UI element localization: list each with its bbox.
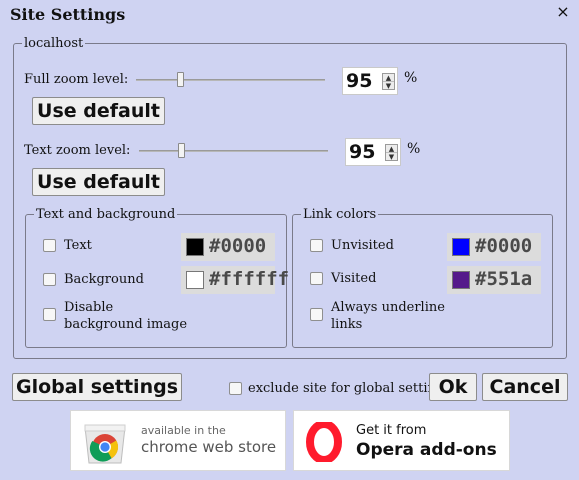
full-zoom-slider-thumb[interactable] (177, 72, 185, 87)
visited-color-hex: #551a (475, 268, 533, 290)
full-zoom-use-default-button[interactable]: Use default (32, 97, 165, 125)
background-color-swatch (186, 271, 204, 289)
site-host-legend: localhost (24, 36, 84, 51)
disable-background-image-label-line1: Disable (64, 300, 114, 315)
text-color-hex: #0000 (209, 235, 267, 257)
text-zoom-value: 95 (349, 141, 376, 163)
chevron-down-icon[interactable]: ▼ (383, 82, 394, 90)
unvisited-color-swatch (452, 238, 470, 256)
disable-background-image-label: Disable background image (64, 299, 187, 333)
text-zoom-use-default-button[interactable]: Use default (32, 168, 165, 196)
chrome-web-store-icon (84, 424, 126, 464)
text-color-swatch (186, 238, 204, 256)
full-zoom-value: 95 (346, 70, 373, 92)
visited-color-label: Visited (331, 271, 377, 286)
exclude-site-label: exclude site for global settings (248, 381, 451, 396)
full-zoom-stepper[interactable]: ▲ ▼ (382, 73, 395, 90)
exclude-site-checkbox[interactable] (229, 382, 242, 395)
chevron-up-icon[interactable]: ▲ (386, 145, 397, 153)
opera-line1: Get it from (356, 423, 427, 438)
background-color-picker[interactable]: #ffffff (181, 266, 289, 294)
text-zoom-unit: % (407, 141, 421, 157)
chrome-store-line1: available in the (141, 424, 226, 437)
chrome-store-line2: chrome web store (141, 438, 277, 456)
disable-background-image-label-line2: background image (64, 317, 188, 332)
text-zoom-label: Text zoom level: (24, 143, 131, 158)
always-underline-label-line1: Always underline (331, 300, 445, 315)
always-underline-label: Always underline links (331, 299, 445, 333)
text-zoom-input[interactable]: 95 ▲ ▼ (345, 138, 401, 166)
chrome-web-store-badge[interactable]: available in the chrome web store (70, 410, 286, 471)
background-color-label: Background (64, 272, 144, 287)
chevron-up-icon[interactable]: ▲ (383, 74, 394, 82)
text-zoom-slider-thumb[interactable] (178, 143, 186, 158)
opera-icon (306, 422, 342, 462)
text-zoom-slider[interactable] (139, 150, 328, 152)
global-settings-button[interactable]: Global settings (12, 373, 182, 401)
full-zoom-unit: % (404, 70, 418, 86)
visited-color-picker[interactable]: #551a (447, 266, 541, 294)
text-zoom-stepper[interactable]: ▲ ▼ (385, 144, 398, 161)
text-color-picker[interactable]: #0000 (181, 233, 275, 261)
text-color-checkbox[interactable] (43, 239, 56, 252)
visited-color-checkbox[interactable] (310, 272, 323, 285)
link-colors-legend: Link colors (303, 207, 377, 222)
text-color-label: Text (64, 238, 92, 253)
chevron-down-icon[interactable]: ▼ (386, 153, 397, 161)
dialog-title: Site Settings (10, 5, 126, 24)
disable-background-image-checkbox[interactable] (43, 308, 56, 321)
always-underline-label-line2: links (331, 317, 363, 332)
opera-line2: Opera add-ons (356, 440, 497, 460)
ok-button[interactable]: Ok (429, 373, 477, 401)
background-color-hex: #ffffff (209, 268, 290, 290)
full-zoom-label: Full zoom level: (24, 72, 129, 87)
always-underline-checkbox[interactable] (310, 308, 323, 321)
opera-addons-badge[interactable]: Get it from Opera add-ons (293, 410, 510, 471)
unvisited-color-checkbox[interactable] (310, 239, 323, 252)
unvisited-color-picker[interactable]: #0000 (447, 233, 541, 261)
unvisited-color-label: Unvisited (331, 238, 394, 253)
cancel-button[interactable]: Cancel (482, 373, 568, 401)
full-zoom-slider[interactable] (136, 79, 325, 81)
close-icon[interactable]: × (554, 2, 572, 22)
background-color-checkbox[interactable] (43, 273, 56, 286)
visited-color-swatch (452, 271, 470, 289)
text-background-legend: Text and background (36, 207, 176, 222)
full-zoom-input[interactable]: 95 ▲ ▼ (342, 67, 398, 95)
unvisited-color-hex: #0000 (475, 235, 533, 257)
